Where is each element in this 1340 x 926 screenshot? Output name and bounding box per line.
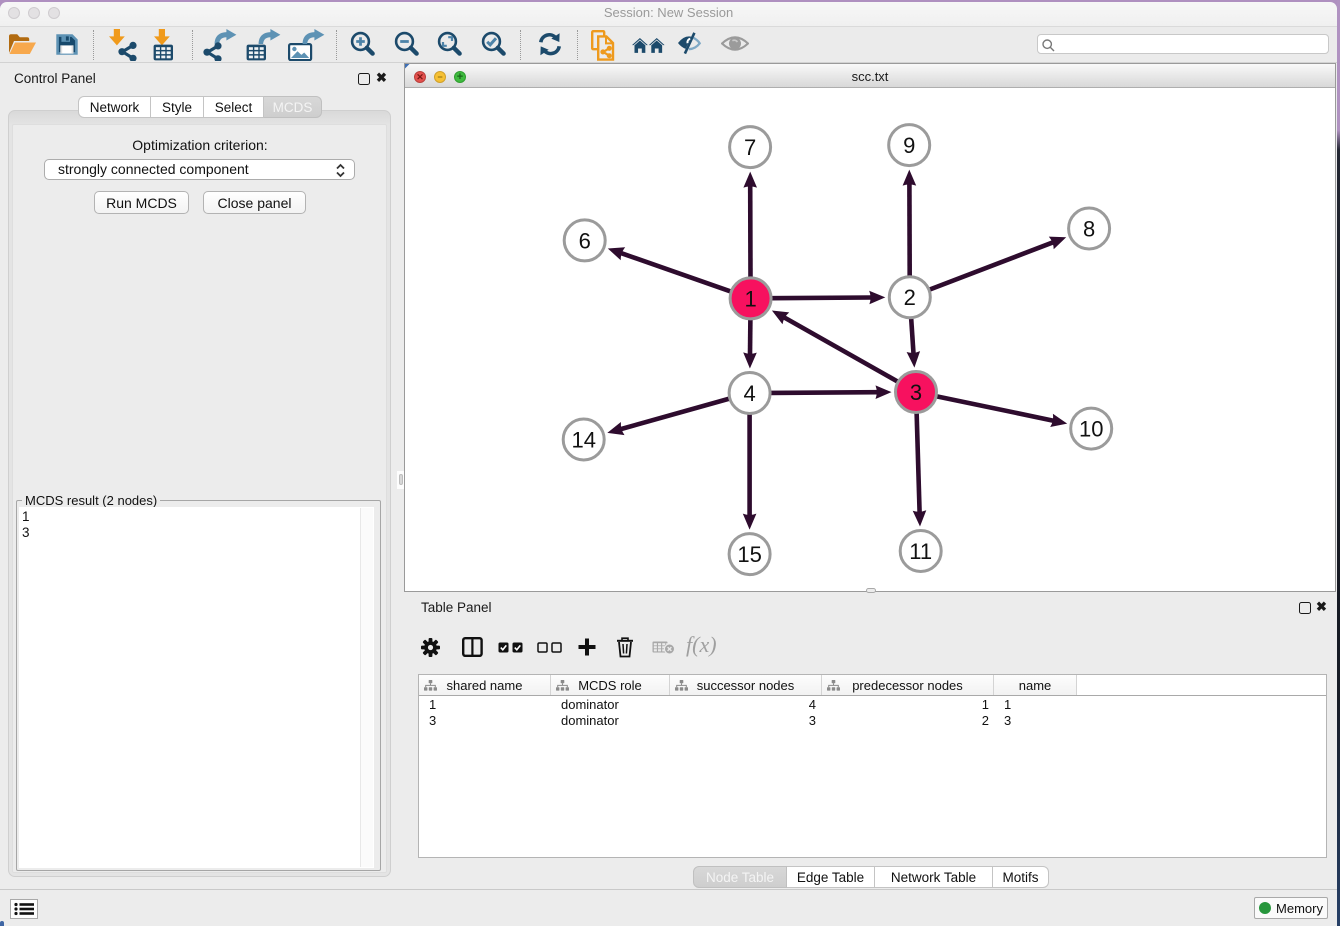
svg-text:4: 4 bbox=[743, 381, 755, 406]
svg-text:1: 1 bbox=[744, 286, 756, 311]
svg-text:10: 10 bbox=[1079, 417, 1103, 442]
svg-text:6: 6 bbox=[579, 228, 591, 253]
svg-text:15: 15 bbox=[737, 542, 761, 567]
svg-text:7: 7 bbox=[744, 135, 756, 160]
svg-text:14: 14 bbox=[571, 428, 595, 453]
svg-text:2: 2 bbox=[904, 285, 916, 310]
svg-text:3: 3 bbox=[910, 380, 922, 405]
svg-text:9: 9 bbox=[903, 133, 915, 158]
svg-text:11: 11 bbox=[909, 539, 932, 564]
svg-text:8: 8 bbox=[1083, 217, 1095, 242]
